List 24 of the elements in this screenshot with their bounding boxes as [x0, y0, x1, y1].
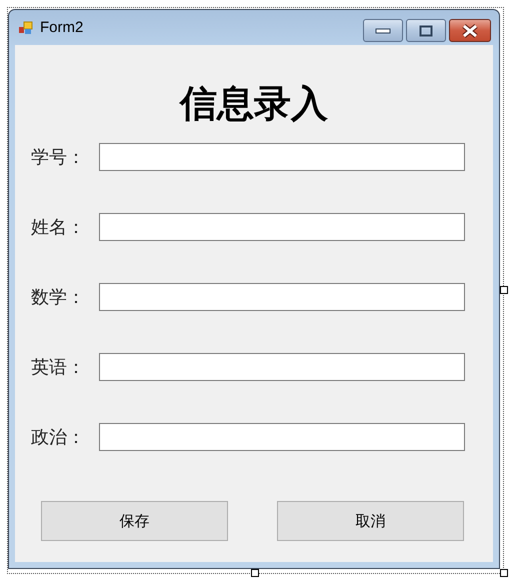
form-button[interactable]: 取消	[277, 501, 464, 541]
form-heading: 信息录入	[180, 83, 329, 127]
input-field[interactable]	[99, 353, 465, 381]
close-button[interactable]	[449, 19, 491, 42]
minimize-button[interactable]	[363, 19, 403, 42]
resize-handle[interactable]	[500, 569, 508, 577]
field-label: 英语：	[31, 356, 86, 379]
resize-handle[interactable]	[251, 569, 259, 577]
close-icon	[461, 24, 479, 38]
input-field[interactable]	[99, 143, 465, 171]
field-label: 学号：	[31, 146, 86, 169]
input-field[interactable]	[99, 213, 465, 241]
maximize-button[interactable]	[406, 19, 446, 42]
field-label: 姓名：	[31, 216, 86, 239]
app-icon	[18, 20, 34, 36]
window-title: Form2	[40, 19, 84, 36]
form-button[interactable]: 保存	[41, 501, 228, 541]
minimize-icon	[375, 28, 391, 34]
input-field[interactable]	[99, 283, 465, 311]
input-field[interactable]	[99, 423, 465, 451]
field-label: 数学：	[31, 286, 86, 309]
field-label: 政治：	[31, 426, 86, 449]
resize-handle[interactable]	[500, 286, 508, 294]
maximize-icon	[419, 24, 433, 36]
